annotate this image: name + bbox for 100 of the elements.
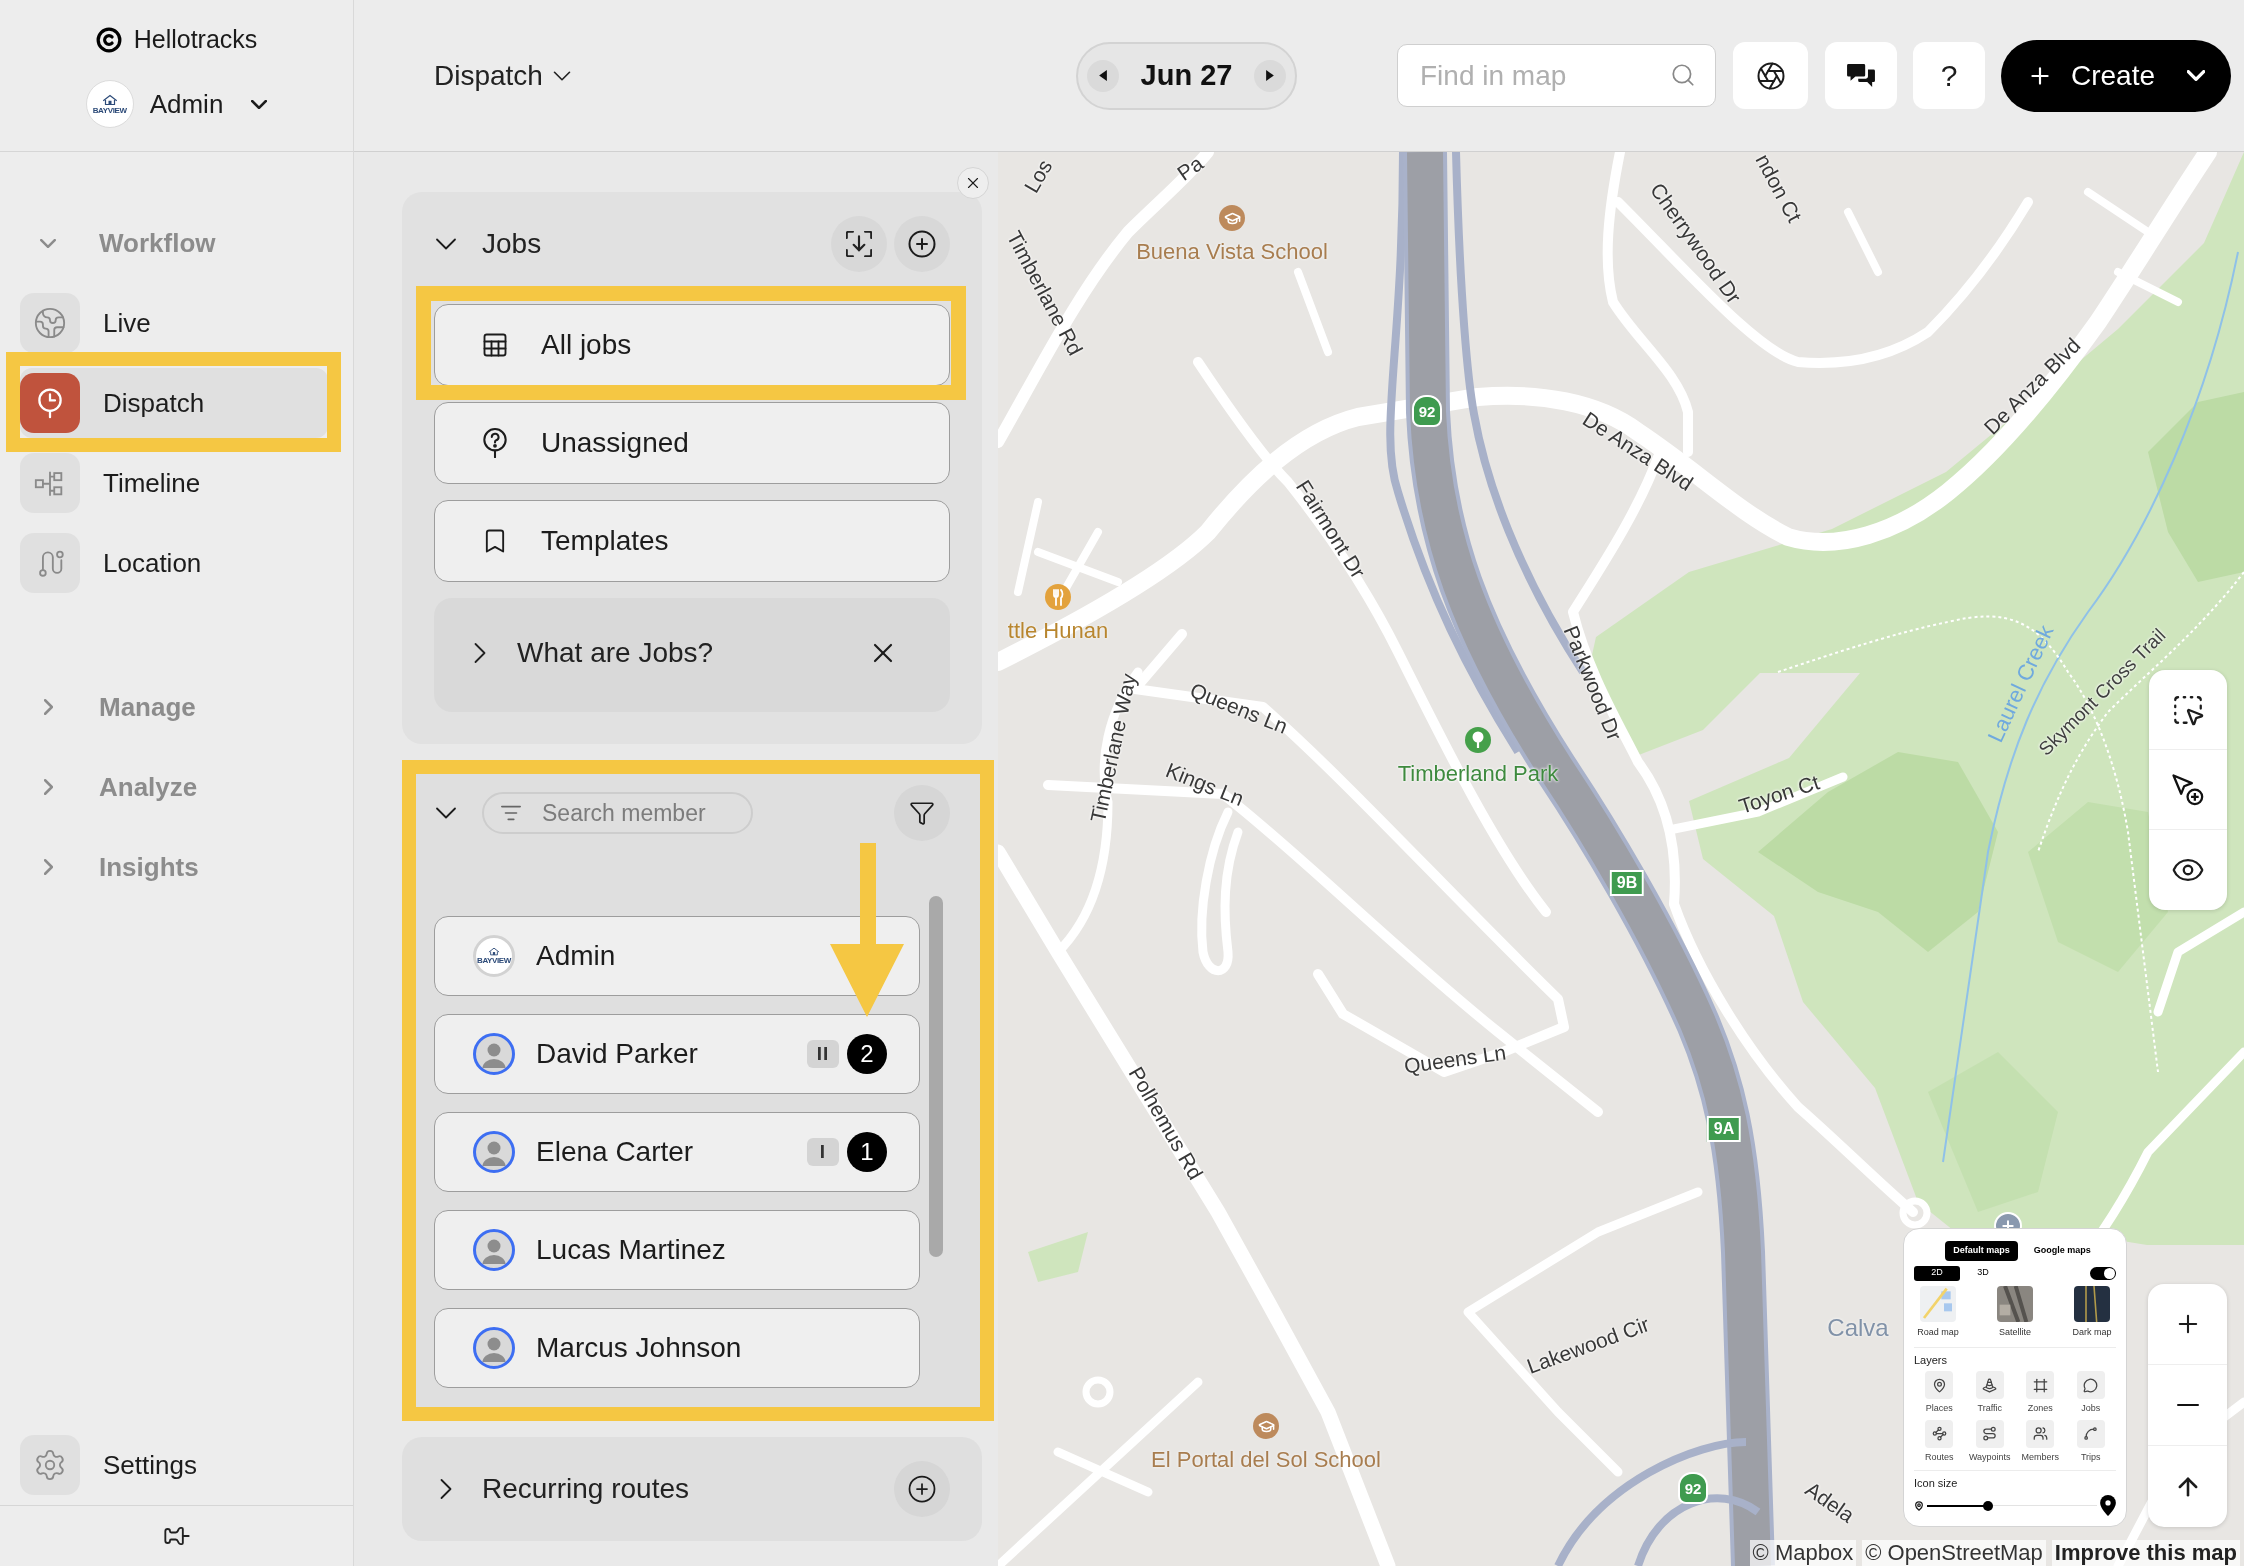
school-label: El Portal del Sol School bbox=[1151, 1449, 1381, 1471]
large-pin-icon bbox=[2100, 1495, 2116, 1516]
nav-item[interactable]: Timeline bbox=[20, 448, 328, 518]
map-style-option[interactable]: Road map bbox=[1914, 1285, 1962, 1339]
layer-toggle[interactable]: Places bbox=[1914, 1371, 1965, 1416]
section-title: Recurring routes bbox=[482, 1472, 689, 1506]
status-tag: II bbox=[807, 1040, 839, 1068]
layer-toggle[interactable]: Zones bbox=[2015, 1371, 2066, 1416]
funnel-icon bbox=[909, 800, 935, 826]
pin-clock-icon bbox=[20, 373, 80, 433]
table-icon bbox=[481, 331, 509, 359]
street-label: Queens Ln bbox=[1402, 1041, 1508, 1077]
icon-size-label: Icon size bbox=[1914, 1477, 1959, 1490]
dark-map-thumbnail bbox=[2074, 1285, 2110, 1322]
member-row[interactable]: Marcus Johnson bbox=[434, 1308, 920, 1388]
traffic-cone-icon bbox=[1975, 1371, 2004, 1399]
satellite-thumbnail bbox=[1997, 1285, 2033, 1322]
member-row[interactable]: BAYVIEW Admin bbox=[434, 916, 920, 996]
chevron-down-icon[interactable] bbox=[435, 807, 457, 819]
attribution-link[interactable]: © OpenStreetMap bbox=[1862, 1540, 2046, 1566]
street-label: Pa bbox=[1173, 152, 1207, 184]
chevron-right-icon bbox=[474, 642, 486, 664]
member-row[interactable]: David Parker II 2 bbox=[434, 1014, 920, 1094]
help-button[interactable]: ? bbox=[1913, 42, 1985, 109]
section-title: Jobs bbox=[482, 227, 542, 261]
cursor-plus-icon bbox=[2172, 773, 2204, 806]
right-triangle-icon bbox=[1266, 70, 1274, 81]
nav-item[interactable]: Dispatch bbox=[20, 368, 328, 438]
layer-toggle[interactable]: Routes bbox=[1914, 1419, 1965, 1464]
map-source-tab[interactable]: Default maps bbox=[1945, 1240, 2018, 1261]
messages-button[interactable] bbox=[1825, 42, 1897, 109]
street-label: De Anza Blvd bbox=[1579, 407, 1697, 495]
search-icon bbox=[1670, 62, 1696, 88]
map-style-option[interactable]: Dark map bbox=[2068, 1285, 2116, 1339]
plus-circle-icon bbox=[907, 1474, 937, 1504]
scrollbar[interactable] bbox=[929, 896, 943, 1257]
account-menu[interactable]: BAYVIEW Admin bbox=[85, 80, 268, 128]
toggle-switch[interactable] bbox=[2090, 1266, 2116, 1280]
settings-item[interactable]: Settings bbox=[20, 1435, 197, 1495]
street-label: Kings Ln bbox=[1163, 758, 1247, 810]
date-label: Jun 27 bbox=[1140, 57, 1233, 93]
brand-name: Hellotracks bbox=[133, 24, 258, 56]
previous-day-button[interactable] bbox=[1087, 59, 1119, 92]
layer-toggle[interactable]: Trips bbox=[2065, 1419, 2116, 1464]
view-menu[interactable]: Dispatch bbox=[434, 54, 571, 97]
chevron-right-icon bbox=[43, 779, 53, 795]
view-mode-tab[interactable]: 2D bbox=[1914, 1265, 1960, 1281]
curve-icon bbox=[2076, 1419, 2105, 1448]
school-label: Buena Vista School bbox=[1136, 241, 1328, 263]
member-row[interactable]: Elena Carter I 1 bbox=[434, 1112, 920, 1192]
chevron-down-icon[interactable] bbox=[435, 238, 457, 250]
job-list-item[interactable]: Templates bbox=[434, 500, 950, 582]
create-button[interactable]: Create bbox=[2001, 39, 2231, 112]
job-list-item[interactable]: Unassigned bbox=[434, 402, 950, 484]
nav-item[interactable]: Live bbox=[20, 288, 328, 358]
route-shield: 92 bbox=[1412, 395, 1442, 427]
question-balloon-icon bbox=[483, 428, 507, 458]
logo-text: BAYVIEW bbox=[92, 105, 127, 115]
status-tag: I bbox=[807, 1138, 839, 1166]
layer-toggle[interactable]: Waypoints bbox=[1964, 1419, 2015, 1464]
member-search-field[interactable]: Search member bbox=[482, 792, 753, 834]
layer-toggle[interactable]: Members bbox=[2015, 1419, 2066, 1464]
layer-toggle[interactable]: Traffic bbox=[1964, 1371, 2015, 1416]
house-icon bbox=[487, 947, 501, 956]
chevron-down-icon bbox=[40, 238, 56, 248]
person-avatar-icon bbox=[473, 1229, 515, 1271]
plus-circle-icon bbox=[907, 229, 937, 259]
search-field[interactable]: Find in map bbox=[1397, 44, 1716, 107]
house-icon bbox=[100, 93, 119, 106]
logo-text: BAYVIEW bbox=[477, 956, 511, 965]
restaurant-label: ttle Hunan bbox=[1007, 620, 1109, 642]
street-label: Los bbox=[1020, 156, 1056, 196]
person-avatar-icon bbox=[473, 1131, 515, 1173]
map-style-option[interactable]: Satellite bbox=[1991, 1285, 2039, 1339]
person-avatar-icon bbox=[473, 1033, 515, 1075]
street-label: ndon Ct bbox=[1752, 152, 1806, 226]
nav-item[interactable]: Location bbox=[20, 528, 328, 598]
layers-title: Layers bbox=[1914, 1354, 1949, 1367]
route-icon bbox=[1975, 1419, 2004, 1448]
street-label: Toyon Ct bbox=[1736, 771, 1822, 817]
chevron-down-icon bbox=[552, 70, 571, 81]
settings-icon bbox=[20, 1435, 80, 1495]
attribution-link[interactable]: © Mapbox bbox=[1749, 1540, 1857, 1566]
route-path-icon bbox=[20, 533, 80, 593]
next-day-button[interactable] bbox=[1254, 59, 1286, 92]
job-count: 2 bbox=[847, 1034, 887, 1074]
member-row[interactable]: Lucas Martinez bbox=[434, 1210, 920, 1290]
help-expander[interactable]: What are Jobs? bbox=[474, 632, 714, 674]
aperture-icon bbox=[1755, 60, 1786, 91]
assistant-button[interactable] bbox=[1733, 42, 1808, 109]
chevron-right-icon[interactable] bbox=[440, 1478, 452, 1500]
chevron-right-icon bbox=[43, 699, 53, 715]
chat-bubbles-icon bbox=[1847, 64, 1875, 87]
layer-toggle[interactable]: Jobs bbox=[2065, 1371, 2116, 1416]
tree-icon bbox=[1465, 727, 1491, 753]
route-shield: 92 bbox=[1678, 1472, 1708, 1504]
speech-bubble-icon bbox=[2076, 1371, 2105, 1399]
job-list-item[interactable]: All jobs bbox=[434, 304, 950, 386]
slider-thumb[interactable] bbox=[1983, 1500, 1994, 1511]
improve-map-link[interactable]: Improve this map bbox=[2051, 1540, 2240, 1566]
